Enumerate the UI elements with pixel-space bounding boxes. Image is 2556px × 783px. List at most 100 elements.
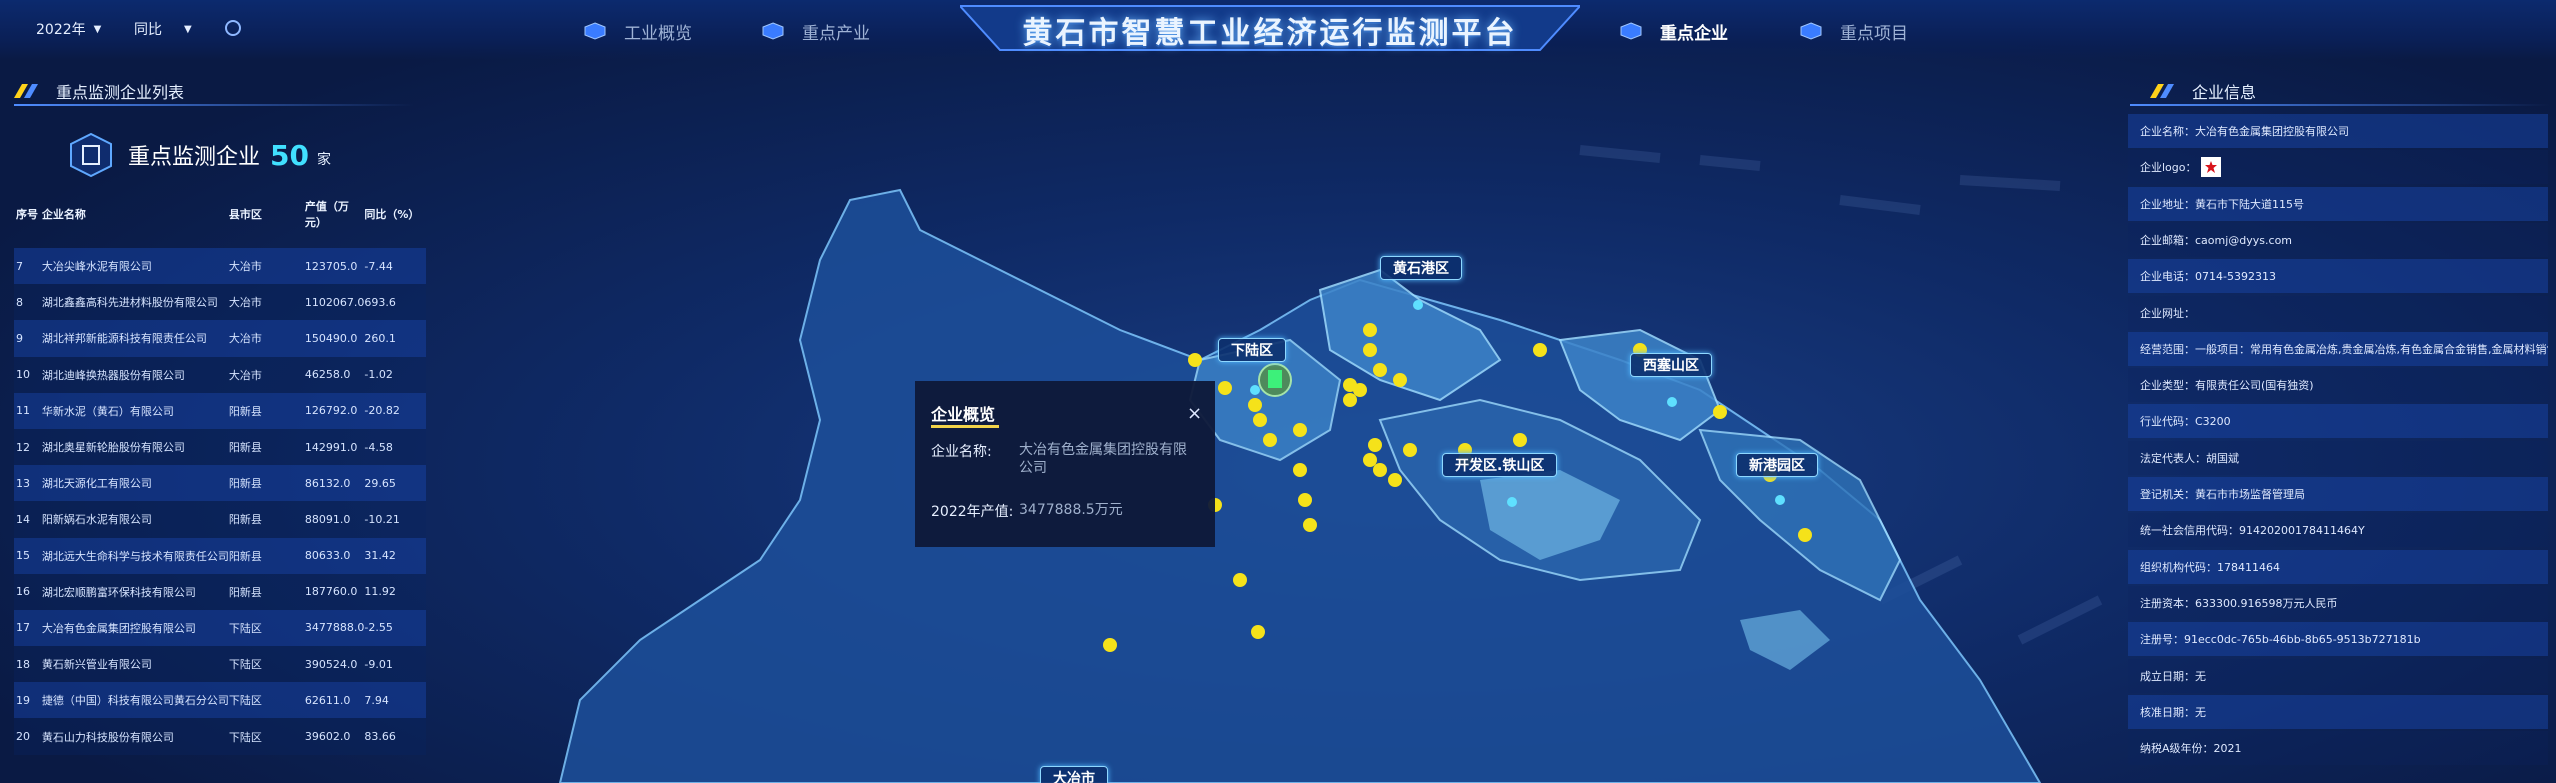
info-text: 法定代表人：胡国斌 <box>2140 451 2239 465</box>
table-cell: 11 <box>14 392 42 429</box>
table-row[interactable]: 8 湖北鑫鑫高科先进材料股份有限公司 大冶市 1102067.0 693.6 <box>14 284 426 321</box>
table-cell: 湖北迪峰换热器股份有限公司 <box>41 356 229 393</box>
table-cell: -4.58 <box>364 428 426 466</box>
close-icon[interactable]: × <box>1187 403 1202 424</box>
info-row: 注册号：91ecc0dc-765b-46bb-8b65-9513b727181b <box>2128 622 2548 657</box>
info-text: 企业邮箱：caomj@dyys.com <box>2140 233 2293 247</box>
info-text: 成立日期：无 <box>2140 669 2206 683</box>
table-cell: 29.65 <box>364 465 426 502</box>
table-cell: 20 <box>14 718 42 755</box>
table-cell: 阳新县 <box>228 501 305 538</box>
table-cell: 390524.0 <box>304 646 365 683</box>
table-row[interactable]: 7 大冶尖峰水泥有限公司 大冶市 123705.0 -7.44 <box>14 248 426 285</box>
info-text: 注册资本：633300.916598万元人民币 <box>2140 596 2338 610</box>
table-cell: 12 <box>14 428 42 466</box>
table-cell: 18 <box>14 646 42 683</box>
district-label-xialu[interactable]: 下陆区 <box>1218 338 1286 362</box>
table-cell: 阳新县 <box>228 573 305 610</box>
table-cell: -20.82 <box>364 392 426 429</box>
table-row[interactable]: 16 湖北宏顺鹏富环保科技有限公司 阳新县 187760.0 11.92 <box>14 573 426 610</box>
table-row[interactable]: 11 华新水泥（黄石）有限公司 阳新县 126792.0 -20.82 <box>14 392 426 429</box>
info-row: 登记机关：黄石市市场监督管理局 <box>2128 477 2548 511</box>
info-row: 企业名称：大冶有色金属集团控股有限公司 <box>2128 114 2548 148</box>
table-row[interactable]: 10 湖北迪峰换热器股份有限公司 大冶市 46258.0 -1.02 <box>14 356 426 393</box>
table-cell: 39602.0 <box>304 718 365 755</box>
table-cell: 88091.0 <box>304 501 365 538</box>
info-row: 核准日期：无 <box>2128 694 2548 729</box>
info-text: 企业类型：有限责任公司(国有独资) <box>2140 379 2314 393</box>
table-cell: 大冶市 <box>228 284 305 321</box>
district-label-daye[interactable]: 大冶市 <box>1040 766 1108 783</box>
district-label-kaifa[interactable]: 开发区.铁山区 <box>1442 453 1558 477</box>
enterprise-overview-popup: 企业概览 × 企业名称: 大冶有色金属集团控股有限公司 2022年产值: 347… <box>915 381 1215 547</box>
table-cell: 13 <box>14 465 42 502</box>
header-divider <box>2130 104 2550 106</box>
table-cell: 湖北祥邦新能源科技有限责任公司 <box>41 320 229 357</box>
table-cell: 19 <box>14 682 42 719</box>
table-cell: 大冶市 <box>228 356 305 393</box>
table-cell: 62611.0 <box>304 682 365 719</box>
table-cell: 大冶有色金属集团控股有限公司 <box>41 609 229 647</box>
table-row[interactable]: 15 湖北远大生命科学与技术有限责任公司 阳新县 80633.0 31.42 <box>14 537 426 574</box>
count-label: 重点监测企业 <box>128 145 261 170</box>
table-row[interactable]: 13 湖北天源化工有限公司 阳新县 86132.0 29.65 <box>14 465 426 502</box>
info-row: 企业类型：有限责任公司(国有独资) <box>2128 368 2548 403</box>
table-row[interactable]: 14 阳新娲石水泥有限公司 阳新县 88091.0 -10.21 <box>14 501 426 538</box>
table-row[interactable]: 19 捷德（中国）科技有限公司黄石分公司 下陆区 62611.0 7.94 <box>14 682 426 719</box>
table-row[interactable]: 20 黄石山力科技股份有限公司 下陆区 39602.0 83.66 <box>14 718 426 755</box>
right-panel-header: 企业信息 <box>2150 78 2256 104</box>
table-row[interactable]: 18 黄石新兴管业有限公司 下陆区 390524.0 -9.01 <box>14 646 426 683</box>
table-cell: 湖北宏顺鹏富环保科技有限公司 <box>41 573 229 610</box>
table-cell: 1102067.0 <box>304 284 365 321</box>
table-cell: 7 <box>14 248 42 285</box>
count-unit: 家 <box>316 152 331 168</box>
table-cell: 123705.0 <box>304 248 365 285</box>
table-cell: 捷德（中国）科技有限公司黄石分公司 <box>41 682 229 719</box>
district-label-xingang[interactable]: 新港园区 <box>1736 453 1818 477</box>
table-row[interactable]: 12 湖北奥星新轮胎股份有限公司 阳新县 142991.0 -4.58 <box>14 428 426 466</box>
table-cell: 80633.0 <box>304 537 365 574</box>
table-cell: 大冶市 <box>228 248 305 285</box>
stripe-icon <box>2150 84 2174 98</box>
info-row: 经营范围：一般项目：常用有色金属冶炼,贵金属冶炼,有色金属合金销售,金属材料销售… <box>2128 331 2548 366</box>
table-cell: 阳新县 <box>228 537 305 574</box>
table-cell: 142991.0 <box>304 428 365 466</box>
popup-output-value: 3477888.5万元 <box>1019 502 1123 518</box>
info-text: 组织机构代码：178411464 <box>2140 560 2280 574</box>
table-cell: 湖北奥星新轮胎股份有限公司 <box>41 428 229 466</box>
info-text: 企业logo： <box>2140 161 2197 175</box>
info-text: 行业代码：C3200 <box>2140 415 2231 429</box>
table-cell: 11.92 <box>364 573 426 610</box>
selected-marker <box>1258 363 1292 397</box>
table-cell: 下陆区 <box>228 646 305 683</box>
table-cell: 9 <box>14 320 42 357</box>
table-cell: 阳新娲石水泥有限公司 <box>41 501 229 538</box>
info-text: 注册号：91ecc0dc-765b-46bb-8b65-9513b727181b <box>2140 633 2421 647</box>
table-cell: 15 <box>14 537 42 574</box>
table-cell: 下陆区 <box>228 682 305 719</box>
info-row: 注册资本：633300.916598万元人民币 <box>2128 585 2548 620</box>
header-divider <box>14 104 414 106</box>
district-label-huangshigang[interactable]: 黄石港区 <box>1380 256 1462 280</box>
table-cell: 3477888.0 <box>304 609 365 647</box>
enterprise-count: 重点监测企业 50 家 <box>68 132 331 178</box>
info-text: 企业电话：0714-5392313 <box>2140 270 2276 284</box>
table-row[interactable]: 17 大冶有色金属集团控股有限公司 下陆区 3477888.0 -2.55 <box>14 609 426 647</box>
table-cell: 华新水泥（黄石）有限公司 <box>41 392 229 429</box>
info-text: 企业地址：黄石市下陆大道115号 <box>2140 197 2304 211</box>
info-row: 纳税A级年份：2021 <box>2128 731 2548 766</box>
column-header: 序号 <box>16 208 38 221</box>
right-panel-title: 企业信息 <box>2192 83 2257 102</box>
info-text: 统一社会信用代码：91420200178411464Y <box>2140 524 2365 538</box>
table-row[interactable]: 9 湖北祥邦新能源科技有限责任公司 大冶市 150490.0 260.1 <box>14 320 426 357</box>
table-cell: 17 <box>14 609 42 647</box>
table-cell: 16 <box>14 573 42 610</box>
info-row: 行业代码：C3200 <box>2128 404 2548 439</box>
info-row: 企业地址：黄石市下陆大道115号 <box>2128 186 2548 221</box>
table-cell: 187760.0 <box>304 573 365 610</box>
table-cell: 150490.0 <box>304 320 365 357</box>
table-cell: 260.1 <box>364 320 426 357</box>
table-cell: 86132.0 <box>304 465 365 502</box>
district-label-xisaishan[interactable]: 西塞山区 <box>1630 353 1712 377</box>
table-cell: 126792.0 <box>304 392 365 429</box>
